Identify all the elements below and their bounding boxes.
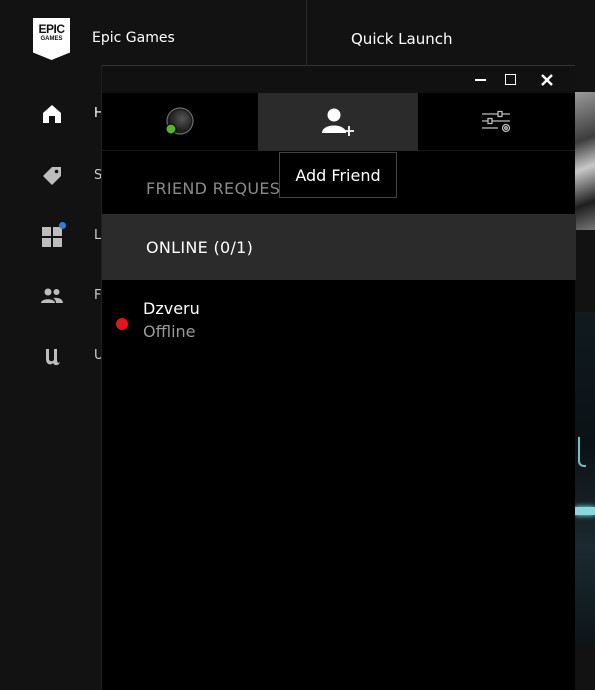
friends-icon [41,288,63,303]
presence-icon [165,107,194,135]
sidebar-item-unreal[interactable]: U [40,344,104,374]
maximize-button[interactable] [495,66,525,93]
add-friend-tooltip: Add Friend [279,152,397,198]
add-friend-icon [322,108,354,136]
background-fill [575,647,595,690]
epic-games-launcher: EPIC GAMES Epic Games H S L F U Quick La… [0,0,595,690]
settings-sliders-icon [482,110,511,133]
tab-settings[interactable] [418,93,576,151]
online-section-header[interactable]: ONLINE (0/1) [102,214,576,280]
friend-list-item[interactable]: Dzveru Offline [102,288,576,352]
header-divider [306,0,307,66]
sidebar-item-home[interactable]: H [40,102,104,132]
featured-artwork [575,92,595,230]
notification-badge [59,222,66,229]
logo-text-games: GAMES [40,36,63,42]
quick-launch-label[interactable]: Quick Launch [351,30,453,48]
logo-text-epic: EPIC [38,22,65,36]
sidebar-item-friends[interactable]: F [40,284,101,314]
minimize-button[interactable] [465,66,495,93]
home-icon [43,105,61,123]
epic-games-logo[interactable]: EPIC GAMES [33,18,70,60]
artwork-glow [578,437,586,467]
game-artwork [575,312,595,647]
friend-status: Offline [143,322,196,341]
maximize-icon [504,74,516,85]
brand-name: Epic Games [92,30,175,46]
close-button[interactable] [532,66,562,93]
friend-name: Dzveru [143,299,200,318]
sidebar-item-store[interactable]: S [40,164,102,194]
friends-panel: FRIEND REQUES ONLINE (0/1) Dzveru Offlin… [101,65,576,690]
minimize-icon [474,78,486,81]
close-icon [541,73,553,86]
panel-titlebar[interactable] [102,66,575,93]
sidebar-item-library[interactable]: L [40,222,101,254]
artwork-glow [575,507,595,515]
tab-status[interactable] [102,93,258,151]
tag-icon [43,167,61,185]
tab-add-friend[interactable] [258,93,418,151]
offline-status-dot [116,318,128,330]
unreal-icon [46,349,60,366]
panel-tabs [102,93,575,151]
